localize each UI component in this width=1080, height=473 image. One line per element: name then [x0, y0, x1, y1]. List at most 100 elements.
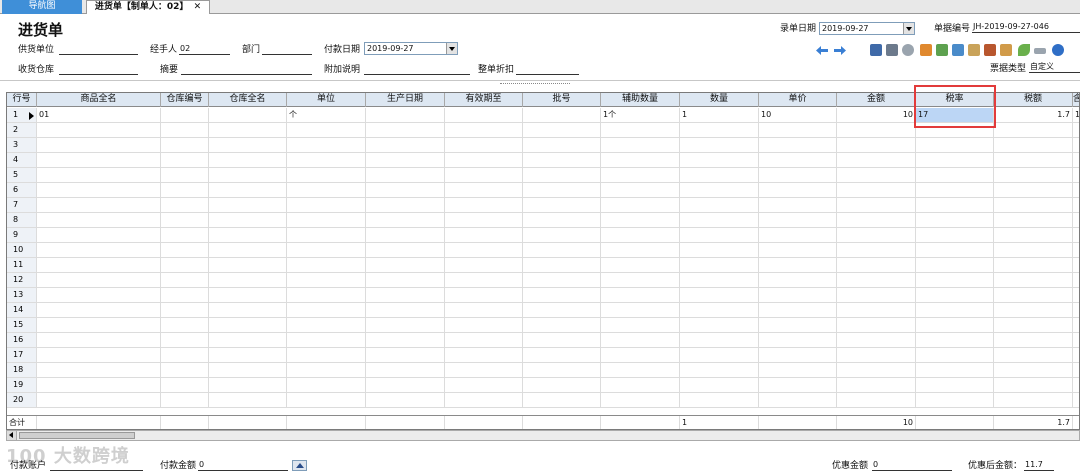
col-tax-amount-cell[interactable] [994, 183, 1073, 197]
print-icon[interactable] [886, 44, 898, 56]
book-icon[interactable] [984, 44, 996, 56]
col-production-date-cell[interactable] [366, 138, 445, 152]
col-product-name-cell[interactable] [37, 303, 161, 317]
col-product-name-cell[interactable] [37, 273, 161, 287]
col-total-incl-tax-cell[interactable] [1073, 228, 1079, 242]
col-tax-amount-cell[interactable] [994, 348, 1073, 362]
col-row-no-header[interactable]: 行号 [7, 93, 37, 107]
import-icon[interactable] [920, 44, 932, 56]
col-unit-cell[interactable] [287, 318, 366, 332]
col-warehouse-code-cell[interactable] [161, 393, 209, 407]
col-batch-no-cell[interactable] [523, 138, 601, 152]
col-production-date-cell[interactable] [366, 258, 445, 272]
col-warehouse-name-header[interactable]: 仓库全名 [209, 93, 287, 107]
col-product-name-cell[interactable] [37, 153, 161, 167]
col-warehouse-code-cell[interactable] [161, 273, 209, 287]
dept-field[interactable] [262, 44, 312, 55]
col-total-incl-tax-cell[interactable] [1073, 333, 1079, 347]
col-batch-no-cell[interactable] [523, 258, 601, 272]
col-total-incl-tax-cell[interactable] [1073, 183, 1079, 197]
table-row[interactable]: 5 [7, 168, 1079, 183]
col-tax-rate-cell[interactable] [916, 348, 994, 362]
col-qty-cell[interactable]: 1 [680, 108, 759, 122]
col-tax-amount-cell[interactable]: 1.7 [994, 108, 1073, 122]
col-warehouse-code-cell[interactable] [161, 168, 209, 182]
col-batch-no-cell[interactable] [523, 333, 601, 347]
col-unit-price-cell[interactable] [759, 243, 837, 257]
warehouse-field[interactable] [59, 64, 138, 75]
summary-field[interactable] [181, 64, 312, 75]
col-warehouse-name-cell[interactable] [209, 348, 287, 362]
col-warehouse-name-cell[interactable] [209, 153, 287, 167]
col-amount-cell[interactable] [837, 228, 916, 242]
col-amount-cell[interactable] [837, 123, 916, 137]
col-tax-amount-cell[interactable] [994, 168, 1073, 182]
pay-amount-field[interactable]: 0 [198, 460, 288, 471]
col-aux-qty-cell[interactable] [601, 303, 680, 317]
col-expiry-date-cell[interactable] [445, 198, 523, 212]
col-batch-no-cell[interactable] [523, 303, 601, 317]
col-aux-qty-cell[interactable] [601, 288, 680, 302]
col-production-date-cell[interactable] [366, 153, 445, 167]
col-warehouse-name-cell[interactable] [209, 243, 287, 257]
col-batch-no-cell[interactable] [523, 153, 601, 167]
col-aux-qty-cell[interactable] [601, 273, 680, 287]
col-product-name-cell[interactable] [37, 123, 161, 137]
col-amount-cell[interactable] [837, 348, 916, 362]
col-expiry-date-cell[interactable] [445, 153, 523, 167]
col-product-name-cell[interactable]: 01 [37, 108, 161, 122]
col-warehouse-code-cell[interactable] [161, 348, 209, 362]
table-row[interactable]: 17 [7, 348, 1079, 363]
col-unit-cell[interactable] [287, 273, 366, 287]
col-production-date-cell[interactable] [366, 288, 445, 302]
col-amount-cell[interactable] [837, 258, 916, 272]
col-amount-cell[interactable] [837, 243, 916, 257]
tab-navigation[interactable]: 导航图 [2, 0, 82, 14]
chart-icon[interactable] [870, 44, 882, 56]
col-unit-cell[interactable] [287, 378, 366, 392]
col-warehouse-code-cell[interactable] [161, 198, 209, 212]
col-tax-rate-cell[interactable] [916, 168, 994, 182]
col-aux-qty-cell[interactable] [601, 138, 680, 152]
col-expiry-date-cell[interactable] [445, 363, 523, 377]
gear-icon[interactable] [902, 44, 914, 56]
col-aux-qty-cell[interactable]: 1个 [601, 108, 680, 122]
col-warehouse-code-cell[interactable] [161, 243, 209, 257]
col-total-incl-tax-cell[interactable] [1073, 243, 1079, 257]
col-unit-price-cell[interactable] [759, 303, 837, 317]
col-unit-price-cell[interactable] [759, 393, 837, 407]
col-batch-no-cell[interactable] [523, 228, 601, 242]
arrow-left-icon[interactable] [816, 46, 828, 55]
leaf-icon[interactable] [1018, 44, 1030, 56]
col-aux-qty-header[interactable]: 辅助数量 [601, 93, 680, 107]
col-product-name-cell[interactable] [37, 288, 161, 302]
col-warehouse-name-cell[interactable] [209, 213, 287, 227]
col-tax-amount-cell[interactable] [994, 228, 1073, 242]
col-product-name-cell[interactable] [37, 213, 161, 227]
col-batch-no-cell[interactable] [523, 318, 601, 332]
col-unit-cell[interactable] [287, 363, 366, 377]
col-batch-no-cell[interactable] [523, 363, 601, 377]
col-product-name-header[interactable]: 商品全名 [37, 93, 161, 107]
col-expiry-date-cell[interactable] [445, 378, 523, 392]
table-row[interactable]: 3 [7, 138, 1079, 153]
col-expiry-date-cell[interactable] [445, 273, 523, 287]
table-row[interactable]: 13 [7, 288, 1079, 303]
col-aux-qty-cell[interactable] [601, 318, 680, 332]
col-production-date-cell[interactable] [366, 273, 445, 287]
col-amount-cell[interactable] [837, 183, 916, 197]
col-tax-rate-cell[interactable] [916, 138, 994, 152]
col-warehouse-code-cell[interactable] [161, 363, 209, 377]
col-unit-cell[interactable] [287, 348, 366, 362]
col-tax-rate-cell[interactable] [916, 183, 994, 197]
col-unit-price-cell[interactable] [759, 333, 837, 347]
col-unit-header[interactable]: 单位 [287, 93, 366, 107]
col-unit-price-cell[interactable] [759, 138, 837, 152]
table-row[interactable]: 14 [7, 303, 1079, 318]
col-amount-cell[interactable] [837, 318, 916, 332]
col-warehouse-name-cell[interactable] [209, 228, 287, 242]
discount-field[interactable] [516, 64, 579, 75]
col-warehouse-name-cell[interactable] [209, 333, 287, 347]
col-warehouse-name-cell[interactable] [209, 318, 287, 332]
col-qty-cell[interactable] [680, 228, 759, 242]
